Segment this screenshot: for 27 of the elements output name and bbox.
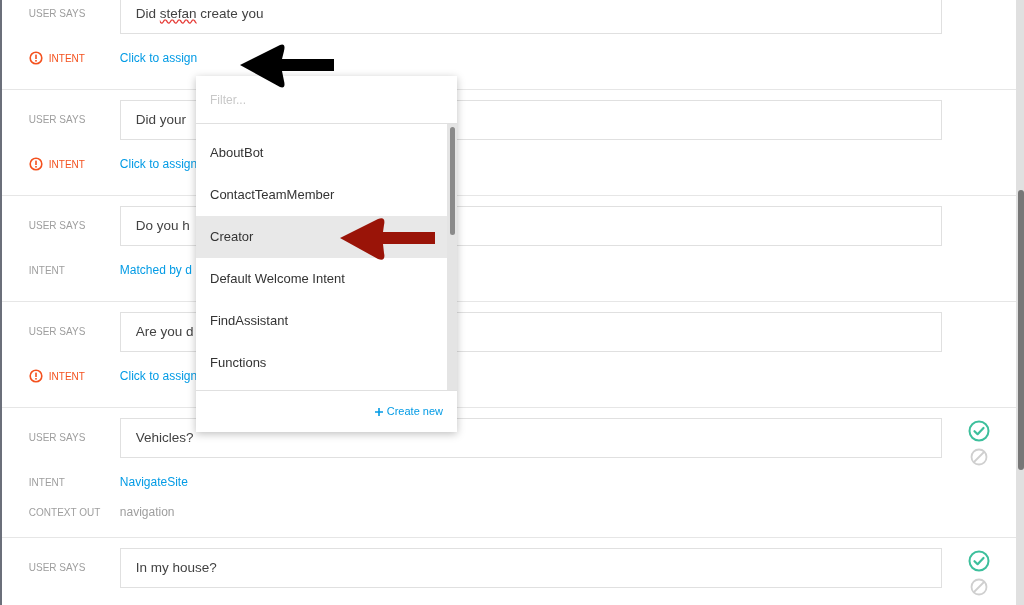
warning-icon (28, 51, 43, 65)
ban-icon[interactable] (969, 448, 988, 466)
intent-label: INTENT (28, 263, 65, 278)
intent-label: INTENT (48, 51, 85, 66)
user-says-label: USER SAYS (27, 7, 87, 21)
user-says-label: USER SAYS (27, 113, 87, 127)
warning-icon (28, 157, 43, 171)
arrow-icon (240, 43, 334, 89)
intent-label: INTENT (48, 369, 85, 384)
arrow-icon (340, 217, 435, 261)
check-circle-icon[interactable] (967, 550, 990, 572)
scrollbar[interactable] (1015, 0, 1024, 605)
warning-icon (28, 369, 43, 383)
plus-icon (374, 407, 383, 416)
intent-label: INTENT (48, 157, 85, 172)
context-value: navigation (119, 504, 175, 521)
user-says-label: USER SAYS (27, 325, 87, 339)
user-says-field[interactable]: In my house? (119, 548, 942, 588)
intent-option[interactable]: Default Welcome Intent (196, 258, 447, 300)
user-says-label: USER SAYS (27, 219, 87, 233)
user-says-field[interactable]: Did stefan create you (119, 0, 942, 34)
ban-icon[interactable] (969, 578, 988, 596)
user-says-label: USER SAYS (27, 431, 87, 445)
check-circle-icon[interactable] (967, 420, 990, 442)
user-says-label: USER SAYS (27, 561, 87, 575)
intent-label: INTENT (28, 475, 65, 490)
context-out-label: CONTEXT OUT (27, 505, 102, 520)
